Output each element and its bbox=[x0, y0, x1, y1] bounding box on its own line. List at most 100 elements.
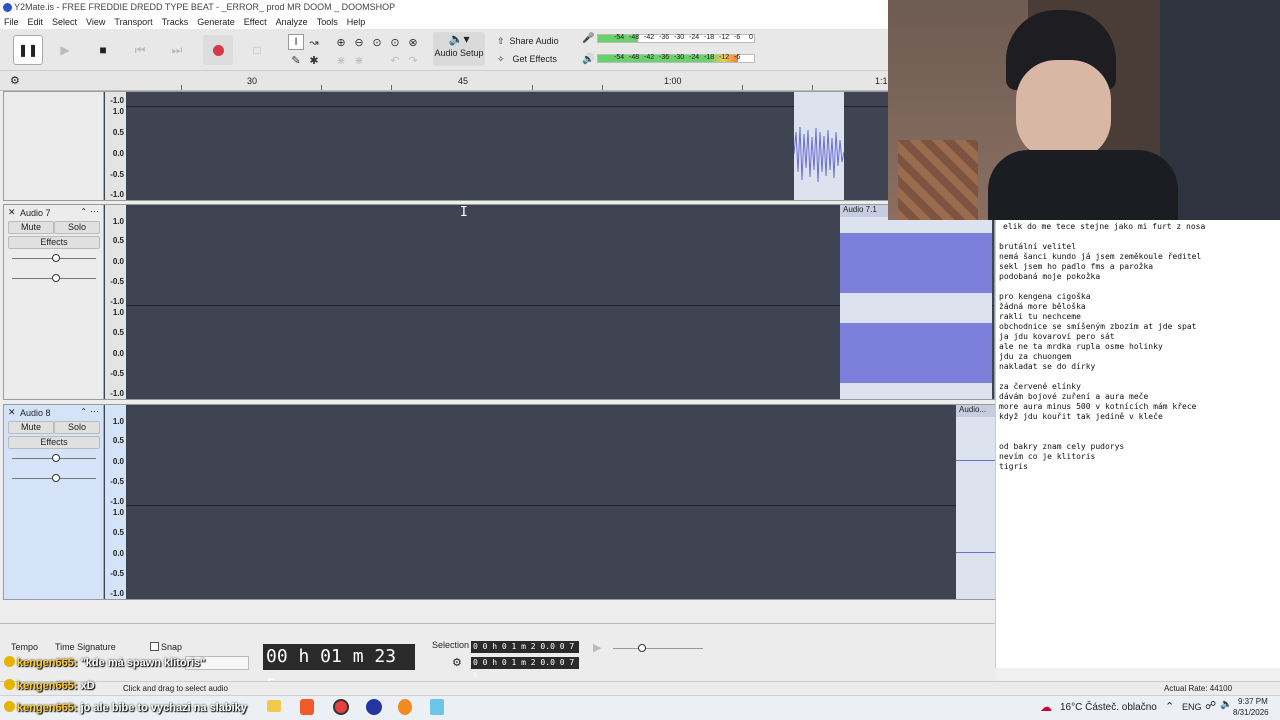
lyrics-notepad[interactable]: elik do me tece stejne jako mi furt z no… bbox=[995, 220, 1280, 668]
file-explorer-icon[interactable] bbox=[267, 700, 281, 712]
menu-file[interactable]: File bbox=[4, 15, 19, 29]
lyrics-line: more aura minus 500 v kotnících mám křec… bbox=[999, 402, 1197, 411]
obs-icon[interactable] bbox=[366, 699, 382, 715]
play-button[interactable]: ▶ bbox=[50, 35, 80, 65]
fit-project-button[interactable]: ⊙ bbox=[387, 34, 403, 50]
menu-tracks[interactable]: Tracks bbox=[162, 15, 189, 29]
menu-tools[interactable]: Tools bbox=[317, 15, 338, 29]
selection-tool-button[interactable]: I bbox=[288, 34, 304, 50]
speaker-output-icon[interactable]: 🔊 bbox=[582, 54, 594, 65]
audacity-icon[interactable] bbox=[398, 699, 412, 715]
collapse-icon[interactable]: ⌃ bbox=[80, 207, 87, 216]
speed-slider-knob[interactable] bbox=[638, 644, 646, 652]
track-canvas[interactable]: Audio... bbox=[126, 405, 996, 599]
zoom-out-button[interactable]: ⊖ bbox=[351, 34, 367, 50]
playback-meter[interactable]: -54 -48 -42 -36 -30 -24 -18 -12 -6 bbox=[597, 54, 755, 63]
trim-button[interactable]: ⋇ bbox=[333, 52, 349, 68]
stop-button[interactable]: ■ bbox=[88, 35, 118, 65]
get-effects-button[interactable]: ✧ Get Effects bbox=[497, 52, 557, 66]
silence-button[interactable]: ⋇ bbox=[351, 52, 367, 68]
loop-button[interactable]: □ bbox=[242, 35, 272, 65]
mute-button[interactable]: Mute bbox=[8, 221, 54, 234]
track-menu-icon[interactable]: ⋯ bbox=[90, 206, 99, 217]
chrome-icon[interactable] bbox=[333, 699, 349, 715]
track-audio-6[interactable]: -1.0 1.0 0.5 0.0 -0.5 -1.0 bbox=[3, 91, 889, 201]
settings-icon[interactable]: ⚙ bbox=[452, 656, 462, 669]
audio-clip-8[interactable]: Audio... bbox=[956, 405, 996, 599]
menu-analyze[interactable]: Analyze bbox=[276, 15, 308, 29]
gear-icon[interactable]: ⚙ bbox=[10, 74, 20, 87]
envelope-tool-button[interactable]: ↝ bbox=[306, 34, 322, 50]
track-menu-icon[interactable]: ⋯ bbox=[90, 406, 99, 417]
pause-button[interactable]: ❚❚ bbox=[13, 35, 43, 65]
audio-clip-7-1[interactable]: Audio 7.1 bbox=[840, 205, 992, 399]
pan-slider-knob[interactable] bbox=[52, 274, 60, 282]
pan-slider[interactable] bbox=[12, 474, 96, 482]
track-audio-8[interactable]: ✕ Audio 8 ⌃ ⋯ Mute Solo Effects 1.0 0.5 … bbox=[3, 404, 996, 600]
track-control-panel[interactable]: ✕ Audio 8 ⌃ ⋯ Mute Solo Effects bbox=[4, 405, 104, 599]
clock-time[interactable]: 9:37 PM bbox=[1238, 697, 1268, 706]
effects-button[interactable]: Effects bbox=[8, 236, 100, 249]
gain-slider[interactable] bbox=[12, 254, 96, 262]
menu-effect[interactable]: Effect bbox=[244, 15, 267, 29]
track-name[interactable]: Audio 7 bbox=[20, 208, 51, 218]
microphone-icon[interactable]: 🎤 bbox=[582, 33, 594, 44]
effects-button[interactable]: Effects bbox=[8, 436, 100, 449]
draw-tool-button[interactable]: ✎ bbox=[288, 52, 304, 68]
tracks-area[interactable]: -1.0 1.0 0.5 0.0 -0.5 -1.0 ✕ Audio 7 ⌃ ⋯… bbox=[0, 91, 996, 631]
track-canvas[interactable]: Audio 7.1 bbox=[126, 205, 994, 399]
timeline-ruler[interactable]: ⚙ 30 45 1:00 1:15 bbox=[0, 71, 893, 91]
multi-tool-button[interactable]: ✱ bbox=[306, 52, 322, 68]
menu-generate[interactable]: Generate bbox=[197, 15, 235, 29]
audio-setup-button[interactable]: 🔈▾ Audio Setup bbox=[433, 32, 485, 66]
chevron-up-icon[interactable]: ⌃ bbox=[1165, 700, 1174, 713]
pan-slider-knob[interactable] bbox=[52, 474, 60, 482]
selection-end-field[interactable]: 0 0 h 0 1 m 2 0.0 0 7 s bbox=[471, 657, 579, 679]
time-display[interactable]: 00 h 01 m 23 s bbox=[263, 644, 415, 693]
track-control-panel[interactable]: ✕ Audio 7 ⌃ ⋯ Mute Solo Effects bbox=[4, 205, 104, 399]
record-button[interactable] bbox=[203, 35, 233, 65]
pan-slider[interactable] bbox=[12, 274, 96, 282]
fit-selection-button[interactable]: ⊙ bbox=[369, 34, 385, 50]
share-audio-button[interactable]: ⇧ Share Audio bbox=[497, 34, 559, 48]
snap-checkbox[interactable] bbox=[150, 642, 159, 651]
notepad-icon[interactable] bbox=[430, 699, 444, 715]
close-track-icon[interactable]: ✕ bbox=[8, 207, 16, 218]
brave-icon[interactable] bbox=[300, 699, 314, 715]
track-name[interactable]: Audio 8 bbox=[20, 408, 51, 418]
playback-speed-slider[interactable] bbox=[613, 644, 703, 652]
skip-start-button[interactable]: ⏮ bbox=[125, 35, 155, 65]
gain-slider-knob[interactable] bbox=[52, 454, 60, 462]
menu-transport[interactable]: Transport bbox=[114, 15, 152, 29]
collapse-icon[interactable]: ⌃ bbox=[80, 407, 87, 416]
weather-icon[interactable]: ☁ bbox=[1040, 700, 1052, 714]
close-track-icon[interactable]: ✕ bbox=[8, 407, 16, 418]
recording-meter[interactable]: -54 -48 -42 -36 -30 -24 -18 -12 -6 0 bbox=[597, 34, 755, 43]
zoom-toggle-button[interactable]: ⊗ bbox=[405, 34, 421, 50]
menu-view[interactable]: View bbox=[86, 15, 105, 29]
audio-clip[interactable] bbox=[793, 92, 845, 200]
menu-edit[interactable]: Edit bbox=[28, 15, 44, 29]
menu-select[interactable]: Select bbox=[52, 15, 77, 29]
gain-slider[interactable] bbox=[12, 454, 96, 462]
clock-date[interactable]: 8/31/2026 bbox=[1233, 708, 1269, 717]
skip-end-button[interactable]: ⏭ bbox=[162, 35, 192, 65]
solo-button[interactable]: Solo bbox=[54, 221, 100, 234]
language-indicator[interactable]: ENG bbox=[1182, 702, 1202, 712]
solo-button[interactable]: Solo bbox=[54, 421, 100, 434]
weather-text[interactable]: 16°C Částeč. oblačno bbox=[1060, 702, 1157, 713]
mute-button[interactable]: Mute bbox=[8, 421, 54, 434]
track-canvas[interactable] bbox=[126, 92, 888, 200]
track-audio-7[interactable]: ✕ Audio 7 ⌃ ⋯ Mute Solo Effects 1.0 0.5 … bbox=[3, 204, 995, 400]
zoom-in-button[interactable]: ⊕ bbox=[333, 34, 349, 50]
volume-icon[interactable]: 🔈 bbox=[1220, 699, 1232, 710]
gain-slider-knob[interactable] bbox=[52, 254, 60, 262]
network-icon[interactable]: ☍ bbox=[1205, 699, 1216, 712]
clip-title[interactable]: Audio... bbox=[956, 405, 996, 417]
selection-start-field[interactable]: 0 0 h 0 1 m 2 0.0 0 7 s bbox=[471, 641, 579, 663]
redo-button[interactable]: ↷ bbox=[405, 52, 421, 68]
menu-help[interactable]: Help bbox=[347, 15, 366, 29]
play-at-speed-icon[interactable]: ▶ bbox=[593, 641, 601, 654]
track-control-panel[interactable] bbox=[4, 92, 104, 200]
undo-button[interactable]: ↶ bbox=[387, 52, 403, 68]
